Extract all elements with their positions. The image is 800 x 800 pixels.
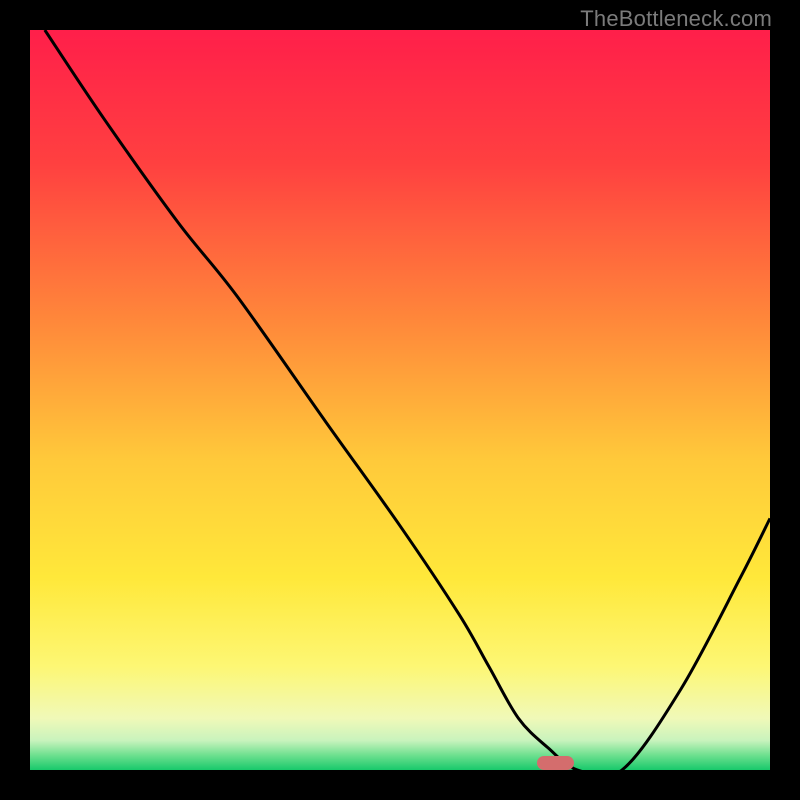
optimal-indicator [537, 756, 574, 770]
chart-frame: TheBottleneck.com [0, 0, 800, 800]
gradient-background [30, 30, 770, 770]
bottleneck-chart [30, 30, 770, 770]
attribution-label: TheBottleneck.com [580, 6, 772, 32]
plot-area [30, 30, 770, 770]
